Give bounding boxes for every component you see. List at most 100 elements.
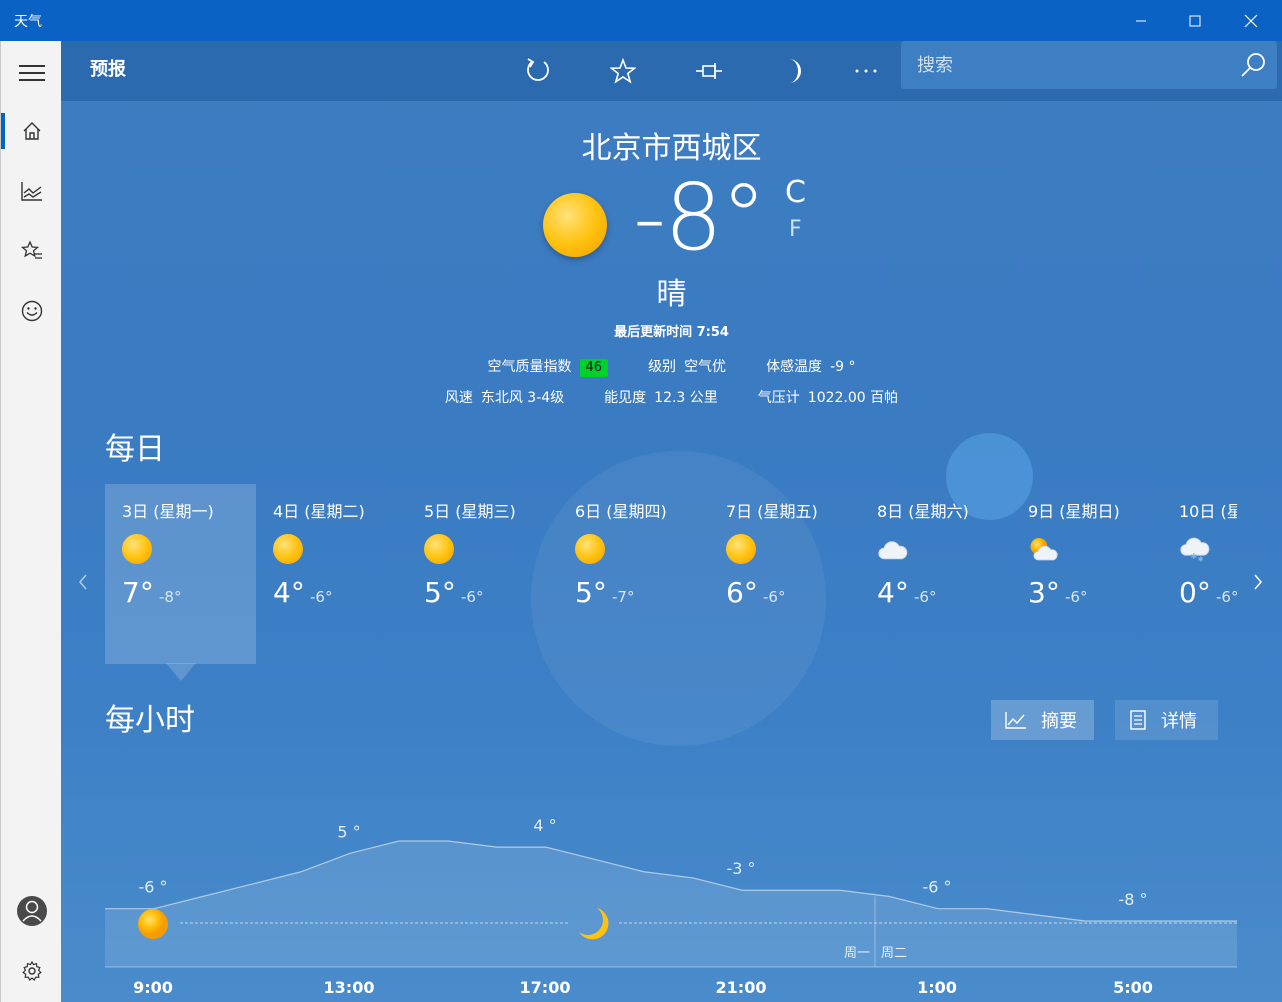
favorite-button[interactable] xyxy=(601,53,645,89)
day-divider-label-right: 周二 xyxy=(881,946,907,961)
sun-icon xyxy=(122,534,152,564)
chevron-right-icon xyxy=(1254,574,1262,590)
star-list-icon xyxy=(20,240,42,259)
hourly-temperature-chart: 周一 周二 -6 ° 5 ° 4 ° -3 ° -6 ° -8 ° 9:00 13:00 17:00… xyxy=(105,816,1237,997)
point-label: 4 ° xyxy=(533,816,556,835)
x-tick-label: 1:00 xyxy=(917,978,957,997)
unit-fahrenheit-toggle[interactable]: F xyxy=(789,217,802,242)
day-card[interactable]: 9日 (星期日) 3° -6° xyxy=(1011,484,1162,664)
maximize-button[interactable] xyxy=(1167,0,1223,41)
day-low: -6° xyxy=(914,588,937,606)
day-label: 6日 (星期四) xyxy=(575,502,667,521)
day-low: -7° xyxy=(612,588,635,606)
sun-icon xyxy=(726,534,756,564)
day-high: 4° xyxy=(273,576,305,609)
day-low: -6° xyxy=(1065,588,1088,606)
nav-item-favorites[interactable] xyxy=(1,226,62,276)
day-label: 7日 (星期五) xyxy=(726,502,818,521)
details-button[interactable]: 详情 xyxy=(1115,700,1218,740)
page-title: 预报 xyxy=(90,59,126,80)
point-label: 5 ° xyxy=(337,822,360,841)
wind-info-line: 风速 东北风 3-4级 能见度 12.3 公里 气压计 1022.00 百帕 xyxy=(61,387,1282,407)
search-icon[interactable] xyxy=(1239,51,1267,79)
x-tick-label: 21:00 xyxy=(716,978,767,997)
aqi-badge: 46 xyxy=(579,359,609,377)
close-icon xyxy=(1244,14,1258,27)
smiley-icon xyxy=(21,300,42,322)
x-tick-label: 13:00 xyxy=(324,978,375,997)
day-label: 3日 (星期一) xyxy=(122,502,214,521)
day-card[interactable]: 3日 (星期一) 7° -8° xyxy=(105,484,256,664)
summary-button[interactable]: 摘要 xyxy=(991,700,1094,740)
nav-item-forecast[interactable] xyxy=(1,106,62,156)
aqi-label: 空气质量指数 xyxy=(487,359,572,375)
nav-item-feedback[interactable] xyxy=(1,286,62,336)
day-card[interactable]: 4日 (星期二) 4° -6° xyxy=(256,484,407,664)
unit-celsius-toggle[interactable]: C xyxy=(785,175,806,210)
details-label: 详情 xyxy=(1161,711,1197,732)
search-box xyxy=(901,41,1277,89)
level-value: 空气优 xyxy=(684,359,727,375)
maximize-icon xyxy=(1189,15,1201,26)
summary-label: 摘要 xyxy=(1041,711,1077,732)
day-label: 5日 (星期三) xyxy=(424,502,516,521)
day-low: -6° xyxy=(461,588,484,606)
account-button[interactable] xyxy=(1,886,62,936)
cloud-icon xyxy=(878,541,908,560)
air-info-line: 空气质量指数 46 级别 空气优 体感温度 -9 ° xyxy=(61,356,1282,377)
svg-text:✱: ✱ xyxy=(1198,554,1204,563)
selected-day-pointer xyxy=(166,663,196,681)
hourly-title: 每小时 xyxy=(105,703,195,738)
daily-next-button[interactable] xyxy=(1248,569,1268,595)
last-updated: 最后更新时间 7:54 xyxy=(614,325,729,340)
day-label: 10日 (星期一) xyxy=(1179,502,1237,521)
temperature-area xyxy=(105,841,1237,967)
toolbar: 预报 xyxy=(61,41,1282,101)
day-high: 5° xyxy=(575,576,607,609)
pin-button[interactable] xyxy=(687,53,731,89)
refresh-button[interactable] xyxy=(516,53,560,89)
visibility-label: 能见度 xyxy=(604,390,647,406)
minimize-button[interactable] xyxy=(1113,0,1169,41)
point-label: -6 ° xyxy=(138,878,167,897)
main-content: 预报 搜索 北京市西城区 -8° C F 晴 最后更新时间 7:54 空气质量指… xyxy=(61,41,1282,1002)
x-tick-label: 5:00 xyxy=(1113,978,1153,997)
partly-cloudy-icon xyxy=(1030,538,1058,561)
day-card[interactable]: 10日 (星期一) ✱ ✱ 0° -6° xyxy=(1162,484,1237,664)
pressure-label: 气压计 xyxy=(757,390,800,406)
day-high: 6° xyxy=(726,576,758,609)
settings-button[interactable] xyxy=(1,946,62,996)
day-low: -6° xyxy=(310,588,333,606)
chevron-left-icon xyxy=(79,574,87,590)
day-card[interactable]: 7日 (星期五) 6° -6° xyxy=(709,484,860,664)
more-button[interactable] xyxy=(844,53,888,89)
point-label: -8 ° xyxy=(1118,890,1147,909)
daily-forecast-strip: 3日 (星期一) 7° -8° 4日 (星期二) 4° -6° 5日 (星期三)… xyxy=(105,484,1237,684)
close-button[interactable] xyxy=(1223,0,1279,41)
feels-like-label: 体感温度 xyxy=(766,359,823,375)
hamburger-menu-button[interactable] xyxy=(1,48,62,98)
day-label: 4日 (星期二) xyxy=(273,502,365,521)
dark-mode-button[interactable] xyxy=(772,53,816,89)
day-card[interactable]: 6日 (星期四) 5° -7° xyxy=(558,484,709,664)
sun-icon xyxy=(543,193,607,257)
city-name: 北京市西城区 xyxy=(581,131,762,166)
feels-like-value: -9 ° xyxy=(830,359,856,375)
snow-cloud-icon: ✱ ✱ xyxy=(1180,537,1210,563)
search-input[interactable] xyxy=(901,41,1231,89)
day-label: 9日 (星期日) xyxy=(1028,502,1120,521)
window-title: 天气 xyxy=(14,13,42,30)
day-card[interactable]: 8日 (星期六) 4° -6° xyxy=(860,484,1011,664)
nav-item-maps[interactable] xyxy=(1,166,62,216)
pressure-value: 1022.00 百帕 xyxy=(807,390,899,406)
star-icon xyxy=(610,58,636,84)
moon-icon xyxy=(789,59,801,83)
daily-prev-button[interactable] xyxy=(73,569,93,595)
svg-text:✱: ✱ xyxy=(1191,552,1198,561)
hamburger-icon xyxy=(18,65,45,81)
sun-icon xyxy=(575,534,605,564)
gear-icon xyxy=(21,961,42,981)
day-high: 7° xyxy=(122,576,154,609)
pin-icon xyxy=(696,63,722,79)
day-card[interactable]: 5日 (星期三) 5° -6° xyxy=(407,484,558,664)
